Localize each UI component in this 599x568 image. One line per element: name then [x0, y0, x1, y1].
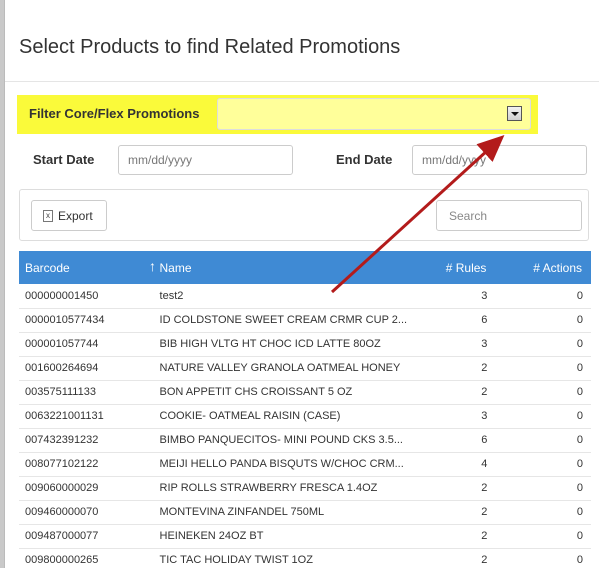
cell-name: BIMBO PANQUECITOS- MINI POUND CKS 3.5... [159, 434, 403, 446]
cell-rules: 2 [481, 506, 488, 518]
cell-name: MEIJI HELLO PANDA BISQUTS W/CHOC CRM... [159, 458, 404, 470]
cell-barcode: 000001057744 [25, 338, 99, 350]
table-row[interactable]: 009460000070 MONTEVINA ZINFANDEL 750ML 2 0 [19, 500, 591, 524]
products-table: Barcode ↑ Name # Rules # Actions 00000000… [19, 251, 591, 568]
cell-rules: 2 [481, 362, 488, 374]
core-flex-select[interactable] [217, 98, 531, 130]
cell-name: ID COLDSTONE SWEET CREAM CRMR CUP 2... [159, 314, 408, 326]
cell-name: BON APPETIT CHS CROISSANT 5 OZ [159, 386, 353, 398]
export-button[interactable]: x Export [31, 200, 107, 231]
cell-name: MONTEVINA ZINFANDEL 750ML [159, 506, 325, 518]
cell-actions: 0 [576, 410, 583, 422]
export-label: Export [58, 209, 93, 223]
column-header-rules[interactable]: # Rules [407, 251, 495, 284]
filter-label: Filter Core/Flex Promotions [29, 106, 200, 121]
table-row[interactable]: 000001057744 BIB HIGH VLTG HT CHOC ICD LA… [19, 332, 591, 356]
table-row[interactable]: 009487000077 HEINEKEN 24OZ BT 2 0 [19, 524, 591, 548]
cell-barcode: 009060000029 [25, 482, 99, 494]
cell-name: NATURE VALLEY GRANOLA OATMEAL HONEY [159, 362, 401, 374]
table-row[interactable]: 0063221001131 COOKIE- OATMEAL RAISIN (CAS… [19, 404, 591, 428]
column-header-name[interactable]: Name [154, 251, 408, 284]
dialog-title: Select Products to find Related Promotio… [19, 36, 401, 58]
end-date-input[interactable] [412, 145, 587, 175]
table-row[interactable]: 000000001450 test2 3 0 [19, 284, 591, 308]
cell-actions: 0 [576, 338, 583, 350]
cell-rules: 3 [481, 289, 488, 302]
excel-icon: x [43, 210, 53, 222]
cell-name: HEINEKEN 24OZ BT [159, 530, 264, 542]
cell-actions: 0 [576, 314, 583, 326]
dialog-header: Select Products to find Related Promotio… [5, 0, 599, 82]
promotions-dialog: Select Products to find Related Promotio… [4, 0, 599, 568]
table-row[interactable]: 008077102122 MEIJI HELLO PANDA BISQUTS W/… [19, 452, 591, 476]
cell-actions: 0 [576, 554, 583, 566]
table-row[interactable]: 007432391232 BIMBO PANQUECITOS- MINI POUN… [19, 428, 591, 452]
cell-barcode: 0063221001131 [25, 410, 104, 422]
start-date-label: Start Date [33, 152, 95, 167]
table-header-row: Barcode ↑ Name # Rules # Actions [19, 251, 591, 284]
cell-rules: 6 [481, 314, 488, 326]
cell-actions: 0 [576, 482, 583, 494]
table-row[interactable]: 001600264694 NATURE VALLEY GRANOLA OATMEA… [19, 356, 591, 380]
table-row[interactable]: 009800000265 TIC TAC HOLIDAY TWIST 1OZ 2 0 [19, 548, 591, 568]
cell-rules: 4 [481, 458, 488, 470]
cell-barcode: 003575111133 [25, 386, 96, 398]
search-input[interactable] [436, 200, 582, 231]
start-date-input[interactable] [118, 145, 293, 175]
chevron-down-icon[interactable] [507, 106, 522, 121]
cell-rules: 3 [481, 410, 488, 422]
cell-name: BIB HIGH VLTG HT CHOC ICD LATTE 80OZ [159, 338, 381, 350]
cell-name: test2 [159, 289, 184, 302]
cell-barcode: 009487000077 [25, 530, 99, 542]
cell-actions: 0 [576, 506, 583, 518]
table-row[interactable]: 009060000029 RIP ROLLS STRAWBERRY FRESCA … [19, 476, 591, 500]
cell-name: TIC TAC HOLIDAY TWIST 1OZ [159, 554, 313, 566]
cell-barcode: 0000010577434 [25, 314, 105, 326]
cell-rules: 3 [481, 338, 488, 350]
cell-actions: 0 [576, 289, 583, 302]
cell-actions: 0 [576, 386, 583, 398]
cell-actions: 0 [576, 530, 583, 542]
column-header-actions[interactable]: # Actions [495, 251, 591, 284]
cell-name: RIP ROLLS STRAWBERRY FRESCA 1.4OZ [159, 482, 378, 494]
column-header-barcode[interactable]: Barcode ↑ [19, 251, 156, 284]
cell-rules: 2 [481, 554, 488, 566]
cell-barcode: 009460000070 [25, 506, 99, 518]
cell-name: COOKIE- OATMEAL RAISIN (CASE) [159, 410, 341, 422]
end-date-label: End Date [336, 152, 393, 167]
filter-highlight: Filter Core/Flex Promotions [17, 95, 538, 134]
table-row[interactable]: 003575111133 BON APPETIT CHS CROISSANT 5 … [19, 380, 591, 404]
cell-barcode: 009800000265 [25, 554, 99, 566]
cell-barcode: 001600264694 [25, 362, 99, 374]
cell-barcode: 007432391232 [25, 434, 99, 446]
cell-actions: 0 [576, 434, 583, 446]
table-row[interactable]: 0000010577434 ID COLDSTONE SWEET CREAM CR… [19, 308, 591, 332]
table-toolbar: x Export [19, 189, 589, 241]
cell-rules: 2 [481, 530, 488, 542]
cell-actions: 0 [576, 458, 583, 470]
cell-barcode: 008077102122 [25, 458, 99, 470]
cell-rules: 6 [481, 434, 488, 446]
cell-rules: 2 [481, 482, 488, 494]
cell-actions: 0 [576, 362, 583, 374]
cell-rules: 2 [481, 386, 488, 398]
cell-barcode: 000000001450 [25, 289, 99, 302]
